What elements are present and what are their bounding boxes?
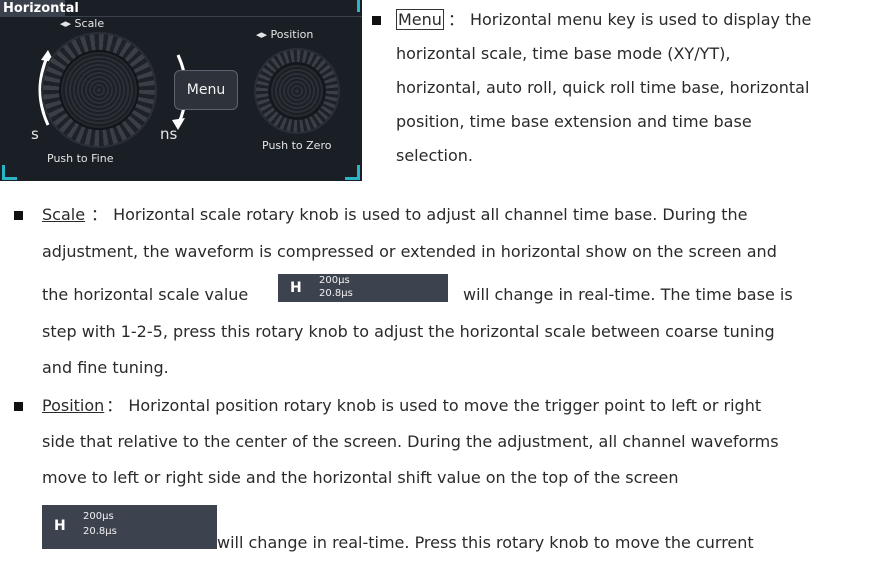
scale-line-1-text: Horizontal scale rotary knob is used to … — [113, 205, 748, 224]
position-line-3: move to left or right side and the horiz… — [42, 468, 679, 487]
push-to-zero-label: Push to Zero — [262, 139, 332, 152]
menu-separator: ： — [447, 10, 464, 29]
nanoseconds-label: ns — [160, 125, 178, 143]
h-indicator-scale-value: 200µs — [83, 511, 114, 522]
panel-corner-bottom-right — [345, 165, 360, 180]
panel-corner-bottom-left — [2, 165, 17, 180]
position-knob-cap — [268, 62, 326, 120]
scale-line-2: adjustment, the waveform is compressed o… — [42, 242, 777, 261]
position-line-1-text: Horizontal position rotary knob is used … — [128, 396, 762, 415]
menu-line-4: position, time base extension and time b… — [396, 112, 752, 131]
bullet-icon — [14, 402, 23, 411]
scale-separator: ： — [91, 205, 108, 224]
bullet-icon — [14, 211, 23, 220]
position-line-4b: will change in real-time. Press this rot… — [217, 533, 754, 552]
position-key-term: Position — [42, 396, 105, 415]
menu-description: Menu： Horizontal menu key is used to disp… — [396, 6, 876, 169]
h-indicator-position-value: 20.8µs — [83, 526, 117, 537]
position-separator: ： — [106, 396, 123, 415]
position-knob-label: ◂▸ Position — [256, 28, 314, 41]
position-line-1: Position： Horizontal position rotary knob… — [42, 392, 761, 419]
scale-knob-label: ◂▸ Scale — [60, 17, 105, 30]
scale-line-3b: will change in real-time. The time base … — [463, 285, 793, 304]
h-indicator-scale-value: 200µs — [319, 275, 350, 286]
scale-rotary-knob[interactable] — [43, 34, 155, 146]
menu-line-2: horizontal scale, time base mode (XY/YT)… — [396, 44, 731, 63]
menu-line-3: horizontal, auto roll, quick roll time b… — [396, 78, 810, 97]
menu-line-1: Horizontal menu key is used to display t… — [469, 10, 812, 29]
h-indicator-letter: H — [54, 518, 66, 534]
scale-line-1: Scale ： Horizontal scale rotary knob is us… — [42, 201, 877, 228]
bullet-icon — [372, 16, 381, 25]
scale-knob-cap — [59, 50, 139, 130]
panel-title: Horizontal — [0, 0, 79, 17]
push-to-fine-label: Push to Fine — [47, 152, 114, 165]
menu-line-5: selection. — [396, 146, 473, 165]
panel-corner-top-right — [345, 0, 360, 12]
menu-key-term: Menu — [396, 9, 444, 30]
scale-line-5: and fine tuning. — [42, 358, 169, 377]
h-indicator-position-value: 20.8µs — [319, 288, 353, 299]
position-rotary-knob[interactable] — [256, 50, 338, 132]
h-indicator-letter: H — [290, 280, 302, 296]
horizontal-shift-indicator: H 200µs 20.8µs — [42, 505, 217, 549]
horizontal-control-panel-image: Horizontal ◂▸ Scale ◂▸ Position s ns Men… — [0, 0, 362, 181]
position-line-2: side that relative to the center of the … — [42, 432, 779, 451]
seconds-label: s — [31, 125, 39, 143]
scale-key-term: Scale — [42, 205, 86, 224]
panel-title-divider — [62, 16, 362, 17]
scale-line-4: step with 1-2-5, press this rotary knob … — [42, 322, 775, 341]
scale-line-3a: the horizontal scale value — [42, 285, 249, 304]
horizontal-scale-indicator: H 200µs 20.8µs — [278, 274, 448, 302]
menu-key-button[interactable]: Menu — [174, 70, 238, 110]
